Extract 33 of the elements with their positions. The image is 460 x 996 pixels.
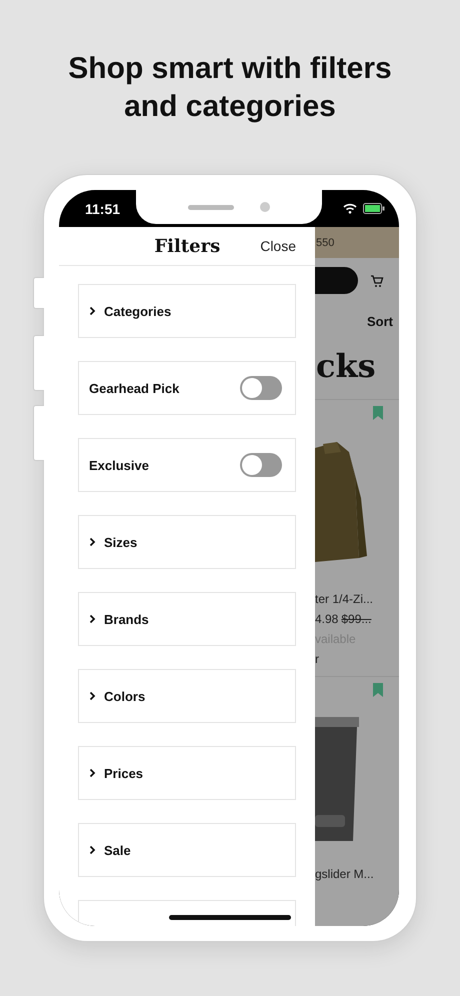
close-button[interactable]: Close — [260, 238, 296, 254]
filter-card[interactable]: Brands — [78, 592, 296, 646]
filter-label: Brands — [104, 612, 149, 626]
page-heading: cks — [316, 347, 377, 385]
filter-card[interactable]: Sizes — [78, 515, 296, 569]
filter-card[interactable]: Sale — [78, 823, 296, 877]
filter-card[interactable]: Colors — [78, 669, 296, 723]
filter-label: Categories — [104, 304, 172, 318]
wifi-icon — [343, 203, 357, 214]
toggle-switch[interactable] — [240, 376, 282, 400]
filters-title: Filters — [154, 236, 220, 256]
product-note: r — [315, 652, 320, 666]
filter-label: Exclusive — [89, 458, 149, 472]
filter-card[interactable]: Prices — [78, 746, 296, 800]
product-name: gslider M... — [315, 867, 375, 881]
filter-label: Prices — [104, 766, 144, 780]
bookmark-icon — [373, 406, 383, 420]
filter-label: Sizes — [104, 534, 138, 550]
old-price: $99... — [341, 612, 372, 626]
product-name: ter 1/4-Zi... — [315, 592, 374, 606]
status-time: 11:51 — [85, 200, 120, 216]
sort-label: Sort — [367, 314, 393, 329]
filter-label: Sale — [104, 842, 131, 858]
toggle-switch[interactable] — [240, 453, 282, 477]
banner-text: 550 — [316, 236, 334, 248]
headline: Shop smart with filters and categories — [67, 51, 393, 125]
battery-icon — [363, 203, 385, 214]
bookmark-icon — [373, 683, 383, 697]
filter-label: Gearhead Pick — [89, 380, 180, 396]
cart-icon — [370, 274, 384, 288]
filter-label: Colors — [104, 688, 146, 704]
product-price: 4.98 — [315, 612, 338, 626]
filter-card[interactable]: Categories — [78, 284, 296, 338]
